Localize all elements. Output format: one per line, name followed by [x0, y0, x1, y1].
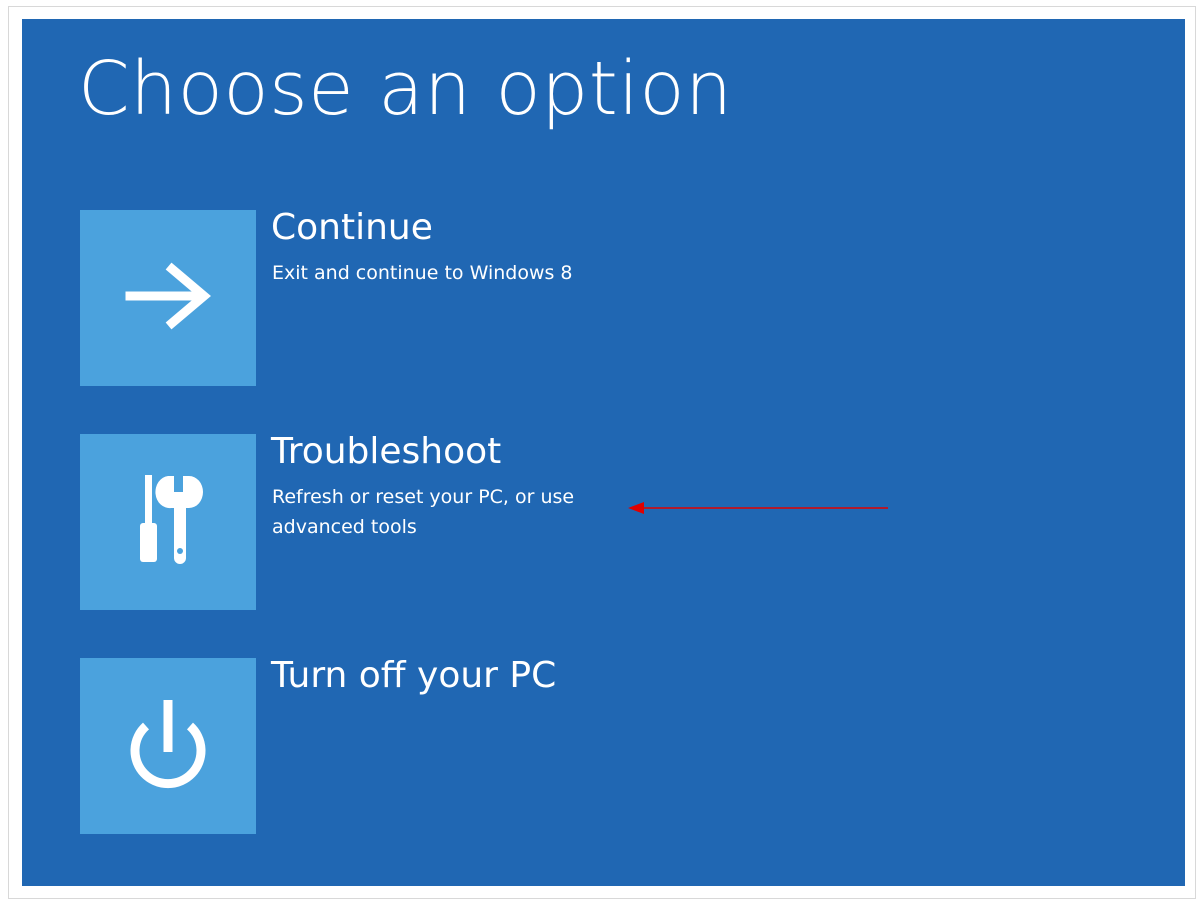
tools-icon — [140, 475, 203, 564]
arrow-right-icon — [125, 262, 211, 330]
power-icon — [130, 700, 206, 789]
annotation-arrow-icon — [628, 502, 888, 514]
option-troubleshoot[interactable]: Troubleshoot Refresh or reset your PC, o… — [80, 431, 780, 610]
option-continue[interactable]: Continue Exit and continue to Windows 8 — [80, 207, 780, 386]
recovery-screen: Choose an option Continue Exit and conti… — [22, 19, 1185, 886]
option-title: Continue — [271, 207, 433, 248]
option-turn-off-tile[interactable] — [80, 658, 256, 834]
option-description: Refresh or reset your PC, or use advance… — [272, 486, 575, 538]
option-description: Exit and continue to Windows 8 — [272, 262, 573, 284]
option-title: Troubleshoot — [271, 431, 502, 472]
option-troubleshoot-tile[interactable] — [80, 434, 256, 610]
page-title: Choose an option — [78, 46, 733, 132]
option-title: Turn off your PC — [271, 655, 557, 696]
option-turn-off[interactable]: Turn off your PC — [80, 655, 780, 834]
option-continue-tile[interactable] — [80, 210, 256, 386]
